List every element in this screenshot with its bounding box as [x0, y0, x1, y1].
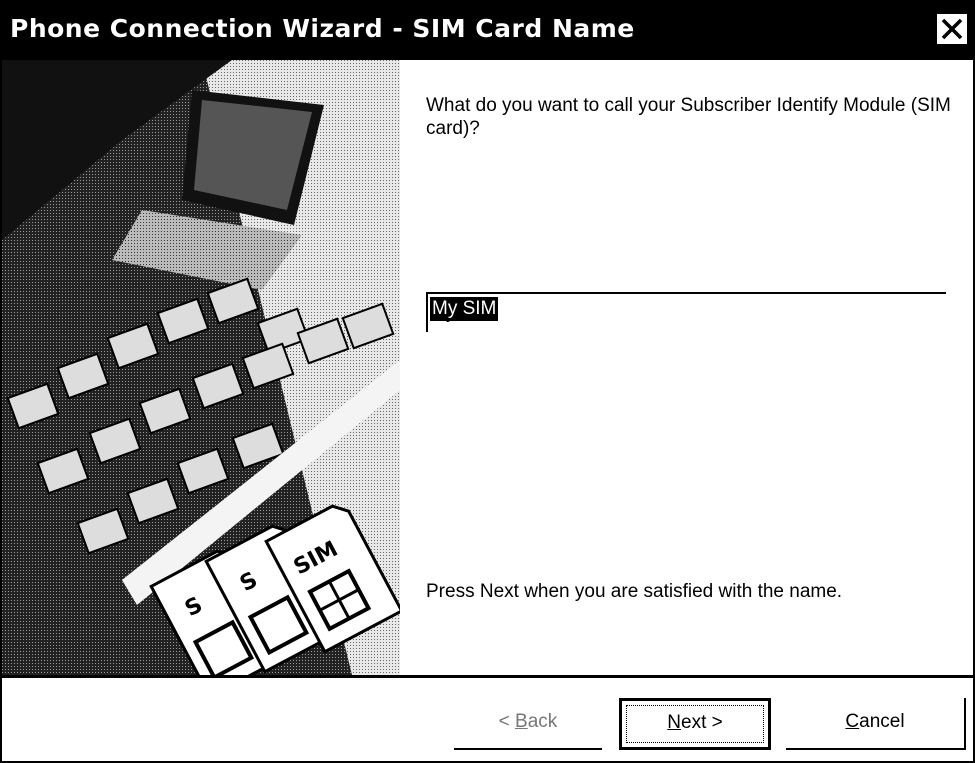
button-bar-divider — [2, 675, 973, 678]
sim-name-question: What do you want to call your Subscriber… — [426, 95, 951, 139]
close-button[interactable] — [935, 12, 969, 46]
back-button[interactable]: < Back — [454, 698, 602, 750]
wizard-illustration: S S SIM — [2, 60, 400, 675]
sim-name-field[interactable] — [426, 292, 946, 332]
wizard-window: Phone Connection Wizard - SIM Card Name — [0, 0, 975, 763]
cancel-button[interactable]: Cancel — [786, 698, 966, 750]
next-button[interactable]: Next > — [619, 698, 771, 750]
wizard-content: What do you want to call your Subscriber… — [400, 60, 973, 675]
window-title: Phone Connection Wizard - SIM Card Name — [10, 14, 635, 43]
instruction-text: Press Next when you are satisfied with t… — [426, 581, 843, 602]
close-x-icon — [941, 18, 963, 40]
focus-rectangle — [626, 705, 764, 743]
sim-name-selected-text: My SIM — [430, 297, 499, 321]
title-bar[interactable]: Phone Connection Wizard - SIM Card Name — [2, 2, 973, 60]
